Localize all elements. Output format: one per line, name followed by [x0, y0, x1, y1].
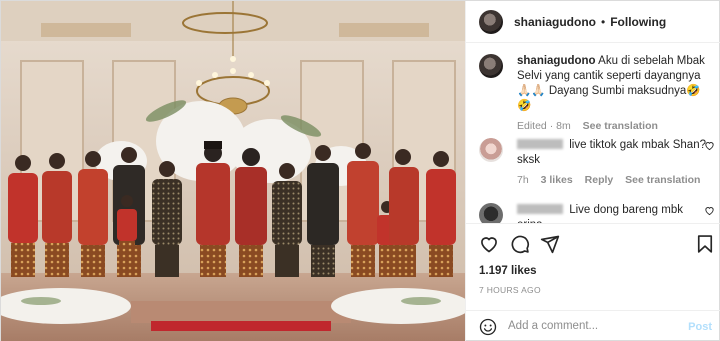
commenter-avatar[interactable]: [479, 203, 503, 223]
separator-dot: •: [601, 14, 606, 29]
author-avatar[interactable]: [479, 9, 503, 34]
action-bar: [466, 223, 720, 263]
add-comment-bar: Post: [466, 310, 720, 341]
comment-see-translation[interactable]: See translation: [625, 174, 700, 186]
commenter-avatar[interactable]: [479, 138, 503, 162]
share-icon[interactable]: [540, 234, 560, 254]
author-username[interactable]: shaniagudono: [514, 15, 596, 29]
comments-section: shaniagudono Aku di sebelah Mbak Selvi y…: [466, 43, 720, 223]
comment-time[interactable]: 7h: [517, 174, 529, 186]
caption-edited: Edited · 8m: [517, 120, 571, 132]
following-button[interactable]: Following: [610, 15, 666, 29]
wedding-group-photo: [1, 1, 465, 341]
comment-likes[interactable]: 3 likes: [541, 174, 573, 186]
commenter-username-blurred[interactable]: [517, 204, 563, 214]
comment-like-heart-icon[interactable]: [704, 205, 715, 216]
emoji-icon[interactable]: [479, 318, 497, 336]
instagram-post: shaniagudono • Following shaniagudono Ak…: [0, 0, 720, 341]
caption-avatar[interactable]: [479, 54, 503, 78]
bookmark-icon[interactable]: [695, 234, 715, 254]
post-photo[interactable]: [1, 1, 465, 341]
post-comment-button[interactable]: Post: [688, 321, 712, 333]
comment-like-heart-icon[interactable]: [704, 140, 715, 151]
reply-button[interactable]: Reply: [585, 174, 614, 186]
caption-see-translation[interactable]: See translation: [583, 120, 658, 132]
post-header: shaniagudono • Following: [466, 1, 720, 43]
heart-icon[interactable]: [479, 234, 499, 254]
comment-icon[interactable]: [510, 234, 530, 254]
likes-count[interactable]: 1.197 likes: [479, 265, 537, 277]
posted-time[interactable]: 7 HOURS AGO: [479, 285, 541, 295]
post-side-panel: shaniagudono • Following shaniagudono Ak…: [465, 1, 720, 341]
caption-username[interactable]: shaniagudono: [517, 55, 596, 67]
commenter-username-blurred[interactable]: [517, 139, 563, 149]
add-comment-input[interactable]: [508, 320, 668, 332]
